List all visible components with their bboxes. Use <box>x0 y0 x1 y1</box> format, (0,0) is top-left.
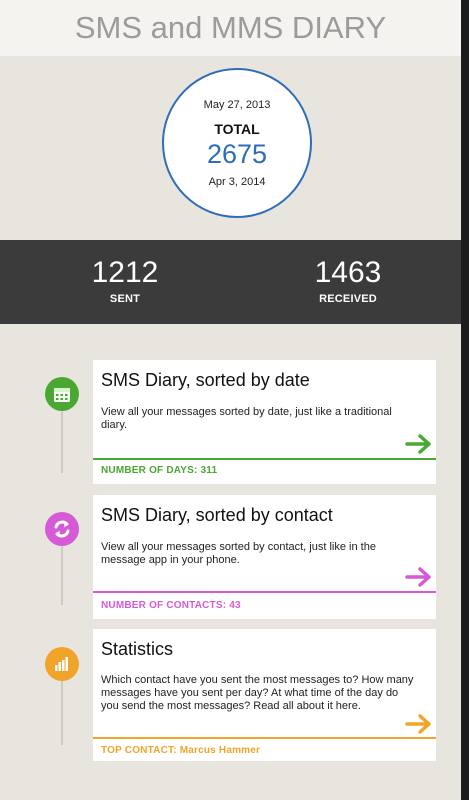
card-description: View all your messages sorted by contact… <box>101 541 376 566</box>
card-statistics[interactable]: Statistics Which contact have you sent t… <box>93 629 436 761</box>
start-date: May 27, 2013 <box>203 98 271 111</box>
summary-section: May 27, 2013 TOTAL 2675 Apr 3, 2014 <box>0 56 461 240</box>
end-date: Apr 3, 2014 <box>208 175 266 188</box>
card-title: SMS Diary, sorted by contact <box>101 505 333 525</box>
card-divider <box>93 458 436 460</box>
received-stat: 1463 RECEIVED <box>278 256 418 305</box>
card-divider <box>93 591 436 593</box>
calendar-icon <box>45 377 79 411</box>
sent-label: SENT <box>109 293 141 305</box>
app-header: SMS and MMS DIARY <box>0 0 461 56</box>
card-description: View all your messages sorted by date, j… <box>101 406 392 431</box>
card-title: SMS Diary, sorted by date <box>101 370 310 390</box>
sent-stat: 1212 SENT <box>55 256 195 305</box>
bar-chart-icon <box>45 647 79 681</box>
arrow-right-icon[interactable] <box>404 566 434 593</box>
card-footer: NUMBER OF CONTACTS: 43 <box>101 600 241 611</box>
total-value: 2675 <box>206 138 268 169</box>
arrow-right-icon[interactable] <box>404 433 434 460</box>
sent-value: 1212 <box>91 256 159 289</box>
card-sorted-by-contact[interactable]: SMS Diary, sorted by contact View all yo… <box>93 495 436 619</box>
card-footer: NUMBER OF DAYS: 311 <box>101 465 218 476</box>
app-frame: SMS and MMS DIARY May 27, 2013 TOTAL 267… <box>0 0 461 800</box>
timeline-line <box>61 545 63 605</box>
app-title: SMS and MMS DIARY <box>74 10 387 45</box>
card-divider <box>93 737 436 739</box>
card-description: Which contact have you sent the most mes… <box>101 674 414 712</box>
stats-bar: 1212 SENT 1463 RECEIVED <box>0 240 461 324</box>
received-label: RECEIVED <box>319 293 377 305</box>
card-sorted-by-date[interactable]: SMS Diary, sorted by date View all your … <box>93 360 436 484</box>
timeline-line <box>61 680 63 745</box>
received-value: 1463 <box>314 256 382 289</box>
arrow-right-icon[interactable] <box>404 713 434 740</box>
card-title: Statistics <box>101 639 174 659</box>
timeline-line <box>61 405 63 473</box>
refresh-arrows-icon <box>45 512 79 546</box>
total-circle: May 27, 2013 TOTAL 2675 Apr 3, 2014 <box>162 68 312 218</box>
card-footer: TOP CONTACT: Marcus Hammer <box>101 745 261 756</box>
total-label: TOTAL <box>214 120 260 137</box>
